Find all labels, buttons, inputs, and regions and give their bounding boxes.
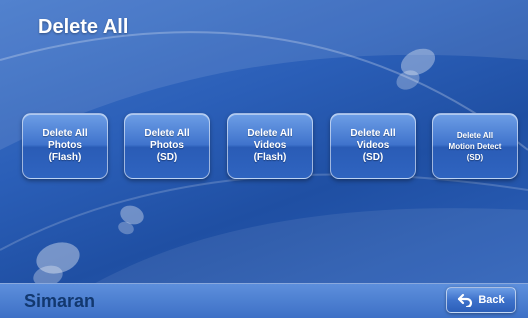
delete-all-photos-flash-button[interactable]: Delete All Photos (Flash) [22,113,108,179]
back-button[interactable]: Back [446,287,516,313]
delete-all-motion-detect-sd-button[interactable]: Delete All Motion Detect (SD) [432,113,518,179]
footer-bar: Simaran Back [0,283,528,318]
delete-all-screen: Delete All Delete All Photos (Flash) Del… [0,0,528,318]
delete-options: Delete All Photos (Flash) Delete All Pho… [22,113,518,181]
brand-name: Simaran [24,291,96,311]
delete-all-photos-sd-button[interactable]: Delete All Photos (SD) [124,113,210,179]
page-title: Delete All [38,16,129,38]
delete-all-videos-flash-button[interactable]: Delete All Videos (Flash) [227,113,313,179]
back-label: Back [478,294,505,306]
delete-all-videos-sd-button[interactable]: Delete All Videos (SD) [330,113,416,179]
return-arrow-icon [457,293,473,307]
